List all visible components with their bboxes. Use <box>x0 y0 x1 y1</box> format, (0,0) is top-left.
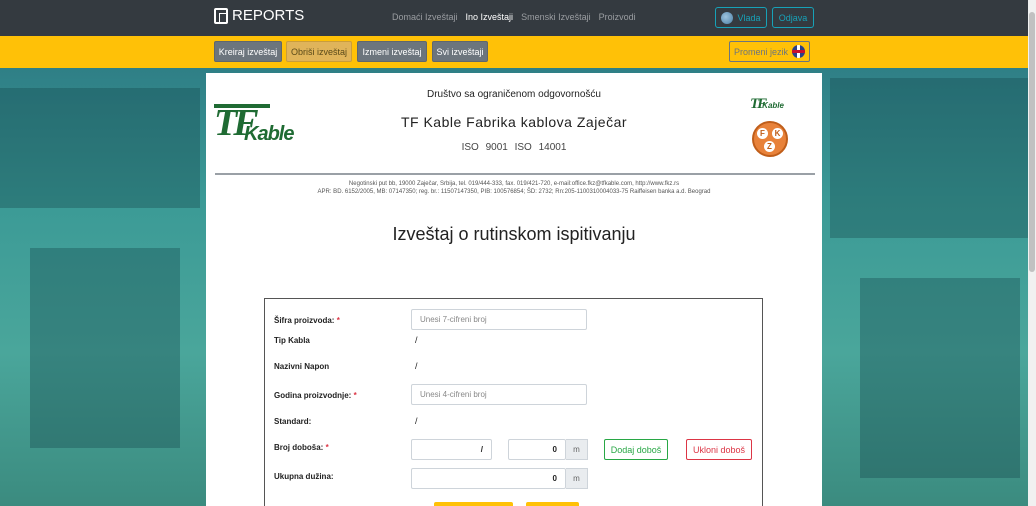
user-name: Vlada <box>737 12 761 23</box>
scrollbar-thumb[interactable] <box>1029 12 1035 272</box>
product-code-input[interactable]: Unesi 7-cifreni broj <box>411 309 587 330</box>
cable-type-label: Tip Kabla <box>274 336 310 345</box>
user-button[interactable]: Vlada <box>715 7 767 28</box>
action-bar: Kreiraj izveštaj Obriši izveštaj Izmeni … <box>0 36 1028 68</box>
change-language-label: Promeni jezik <box>733 46 789 57</box>
fkz-seal-icon: F K Z <box>752 121 788 157</box>
nav-link-domaci[interactable]: Domaći Izveštaji <box>392 12 458 22</box>
nav-links: Domaći Izveštaji Ino Izveštaji Smenski I… <box>392 12 636 22</box>
report-form: Šifra proizvoda: * Unesi 7-cifreni broj … <box>264 298 763 506</box>
production-year-label: Godina proizvodnje: * <box>274 391 357 400</box>
total-length-input[interactable]: 0 <box>411 468 566 489</box>
product-code-label: Šifra proizvoda: * <box>274 316 340 325</box>
edit-report-button[interactable]: Izmeni izveštaj <box>357 41 427 62</box>
submit-button[interactable] <box>434 502 513 506</box>
add-drum-button[interactable]: Dodaj doboš <box>604 439 668 460</box>
delete-report-button[interactable]: Obriši izveštaj <box>286 41 352 62</box>
create-report-button[interactable]: Kreiraj izveštaj <box>214 41 282 62</box>
header-divider <box>215 173 815 175</box>
total-length-unit: m <box>566 468 588 489</box>
report-document: TF Kable Društvo sa ograničenom odgovorn… <box>206 73 822 506</box>
top-navbar: REPORTS Domaći Izveštaji Ino Izveštaji S… <box>0 0 1028 36</box>
company-name: TF Kable Fabrika kablova Zaječar <box>400 114 628 130</box>
iso-certificates: ISO 9001 ISO 14001 <box>461 142 567 153</box>
brand-label: REPORTS <box>232 7 305 24</box>
user-avatar-icon <box>721 11 734 24</box>
all-reports-button[interactable]: Svi izveštaji <box>432 41 488 62</box>
company-type: Društvo sa ograničenom odgovornošću <box>427 89 601 100</box>
change-language-button[interactable]: Promeni jezik <box>729 41 810 62</box>
rated-voltage-value: / <box>415 361 418 371</box>
company-registration: APR: BD. 6152/2005, MB: 07147350; reg. b… <box>317 189 711 195</box>
standard-value: / <box>415 416 418 426</box>
reset-button[interactable] <box>526 502 579 506</box>
nav-link-proizvodi[interactable]: Proizvodi <box>599 12 636 22</box>
brand[interactable]: REPORTS <box>214 7 304 24</box>
remove-drum-button[interactable]: Ukloni doboš <box>686 439 752 460</box>
nav-link-ino[interactable]: Ino Izveštaji <box>466 12 514 22</box>
cable-type-value: / <box>415 335 418 345</box>
drum-length-unit: m <box>566 439 588 460</box>
uk-flag-icon <box>792 45 806 58</box>
total-length-label: Ukupna dužina: <box>274 472 334 481</box>
drum-count-label: Broj doboša: * <box>274 443 329 452</box>
drum-length-input[interactable]: 0 <box>508 439 566 460</box>
rated-voltage-label: Nazivni Napon <box>274 362 330 371</box>
report-title: Izveštaj o rutinskom ispitivanju <box>392 224 636 244</box>
logout-button[interactable]: Odjava <box>772 7 814 28</box>
drum-selector-input[interactable]: / <box>411 439 492 460</box>
company-address: Negotinski put bb, 19000 Zaječar, Srbija… <box>348 181 680 187</box>
nav-link-smenski[interactable]: Smenski Izveštaji <box>521 12 591 22</box>
reports-icon <box>214 7 228 24</box>
production-year-input[interactable]: Unesi 4-cifreni broj <box>411 384 587 405</box>
fkz-logo-right: TFKable F K Z <box>750 95 794 157</box>
page-scrollbar[interactable] <box>1028 0 1036 506</box>
standard-label: Standard: <box>274 417 312 426</box>
